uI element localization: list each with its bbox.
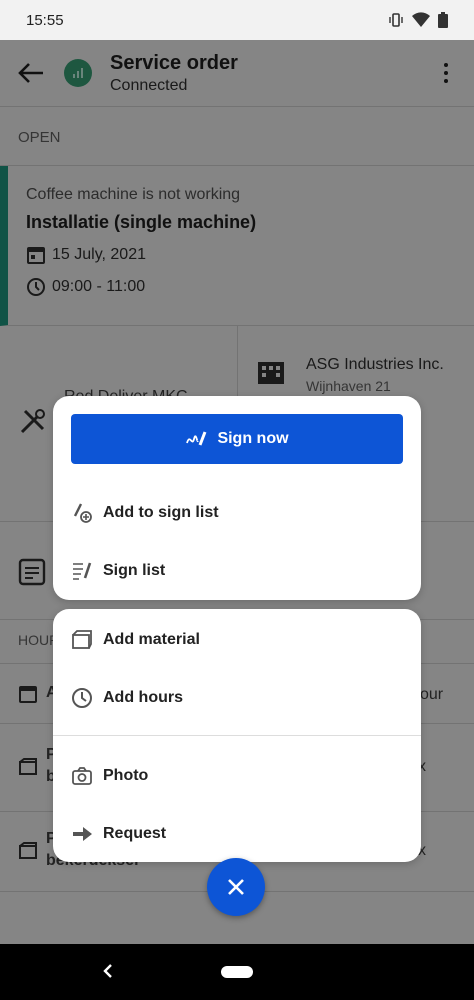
system-home-button[interactable] [221, 966, 253, 978]
camera-icon [72, 767, 92, 785]
sign-now-label: Sign now [217, 430, 289, 447]
actions-menu-card: Add material Add hours Photo Request [53, 609, 421, 862]
photo-label: Photo [103, 767, 149, 784]
close-icon [228, 879, 244, 895]
add-signature-icon [73, 503, 92, 523]
vibrate-icon [389, 13, 403, 27]
request-label: Request [103, 825, 167, 842]
sign-list-icon [73, 562, 92, 580]
request-item[interactable]: Request [71, 823, 166, 845]
signature-icon [186, 431, 207, 446]
add-material-item[interactable]: Add material [71, 629, 200, 651]
request-icon [73, 827, 92, 841]
clock-icon [72, 688, 92, 708]
sign-list-label: Sign list [103, 562, 166, 579]
system-nav-bar [0, 944, 474, 1000]
add-hours-label: Add hours [103, 689, 183, 706]
sign-list-item[interactable]: Sign list [71, 560, 165, 582]
box-icon [72, 630, 92, 649]
add-material-label: Add material [103, 631, 200, 648]
sign-now-button[interactable]: Sign now [71, 414, 403, 464]
system-back-icon[interactable] [98, 959, 118, 983]
add-to-sign-list-label: Add to sign list [103, 504, 219, 521]
status-bar: 15:55 [0, 0, 474, 40]
photo-item[interactable]: Photo [71, 765, 148, 787]
wifi-icon [412, 12, 430, 27]
sign-menu-card: Sign now Add to sign list Sign list [53, 396, 421, 600]
status-time: 15:55 [26, 11, 64, 29]
add-to-sign-list-item[interactable]: Add to sign list [71, 502, 219, 524]
close-menu-button[interactable] [207, 858, 265, 916]
menu-divider [53, 735, 421, 736]
battery-icon [438, 12, 448, 28]
add-hours-item[interactable]: Add hours [71, 687, 183, 709]
status-icons [388, 12, 448, 28]
